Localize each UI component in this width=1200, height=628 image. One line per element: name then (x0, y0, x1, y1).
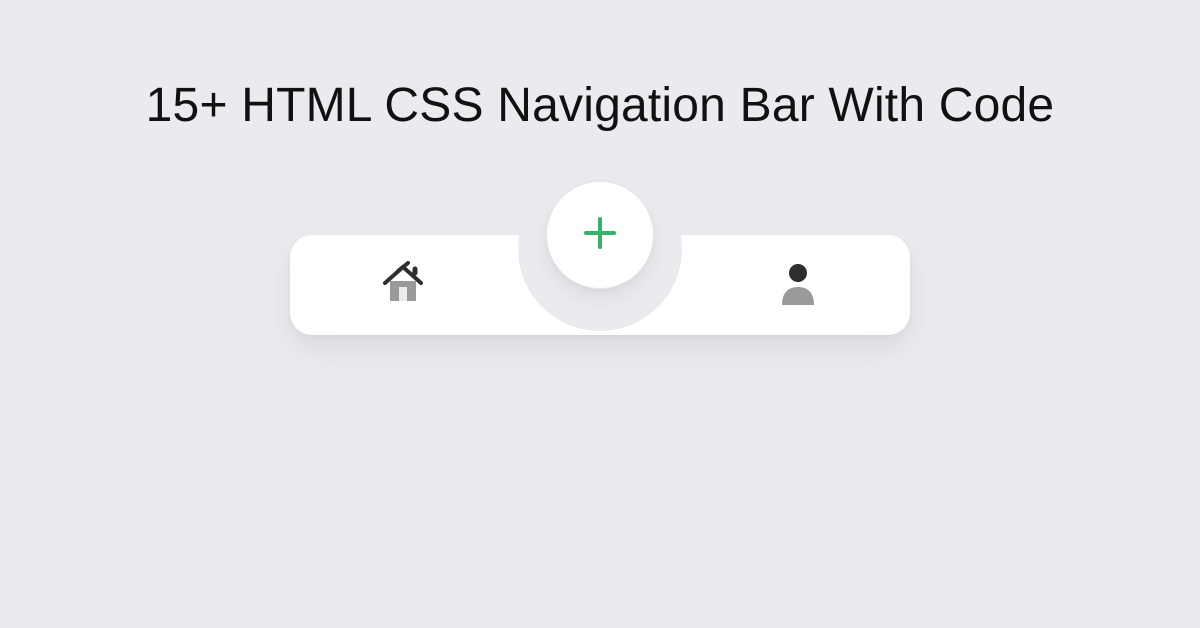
add-button[interactable] (546, 181, 654, 289)
user-icon (778, 261, 818, 310)
page-title: 15+ HTML CSS Navigation Bar With Code (146, 78, 1055, 133)
nav-home-button[interactable] (290, 261, 515, 310)
navigation-bar-demo (290, 205, 910, 335)
plus-icon (580, 213, 620, 258)
home-icon (379, 261, 427, 310)
nav-profile-button[interactable] (685, 261, 910, 310)
